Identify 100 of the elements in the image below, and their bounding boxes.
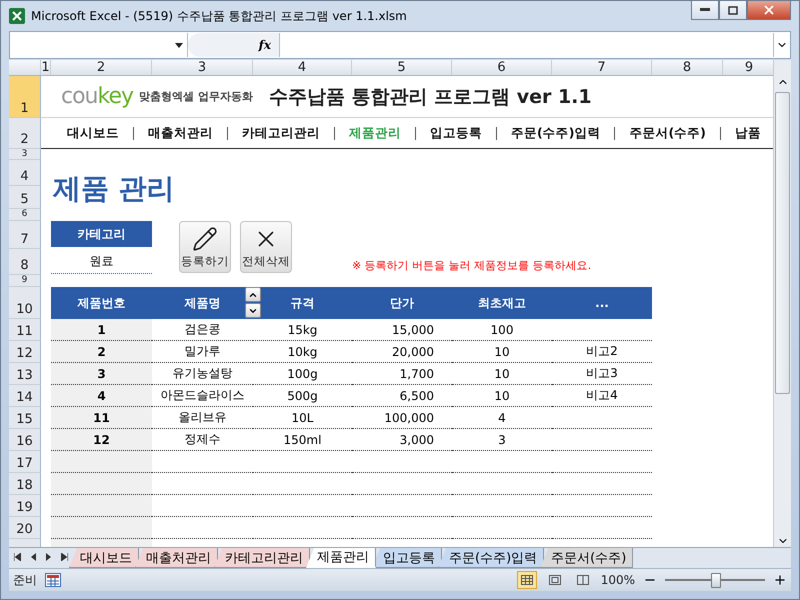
instruction-note: ※ 등록하기 버튼을 눌러 제품정보를 등록하세요. bbox=[352, 258, 592, 273]
table-cell: 15kg bbox=[253, 319, 352, 341]
excel-icon bbox=[9, 8, 25, 24]
last-sheet-icon[interactable] bbox=[61, 553, 68, 563]
table-cell: 비고3 bbox=[552, 363, 652, 385]
zoom-in-icon[interactable] bbox=[773, 573, 787, 587]
column-header[interactable]: 1 bbox=[41, 60, 51, 75]
row-header[interactable]: 3 bbox=[9, 149, 41, 160]
split-page-icon bbox=[576, 575, 589, 585]
column-header[interactable]: 2 bbox=[51, 60, 152, 75]
table-cell: 밀가루 bbox=[152, 341, 253, 363]
table-cell: 100,000 bbox=[352, 407, 452, 429]
row-header[interactable]: 15 bbox=[9, 407, 41, 429]
spin-down-button[interactable] bbox=[245, 303, 261, 318]
table-cell: 12 bbox=[51, 429, 152, 451]
row-header[interactable]: 20 bbox=[9, 517, 41, 539]
page-heading: 제품 관리 bbox=[53, 171, 175, 207]
macro-record-icon[interactable] bbox=[45, 573, 61, 587]
table-cell: 10 bbox=[452, 363, 552, 385]
column-header[interactable]: 8 bbox=[652, 60, 723, 75]
row-header[interactable]: 14 bbox=[9, 385, 41, 407]
scrollbar-thumb[interactable] bbox=[775, 92, 790, 394]
program-title: 수주납품 통합관리 프로그램 ver 1.1 bbox=[268, 84, 592, 110]
row-header[interactable]: 8 bbox=[9, 249, 41, 275]
table-cell: 10L bbox=[253, 407, 352, 429]
row-header[interactable]: 19 bbox=[9, 495, 41, 517]
table-cell: 10 bbox=[452, 341, 552, 363]
first-sheet-icon[interactable] bbox=[14, 553, 21, 563]
table-cell: 4 bbox=[51, 385, 152, 407]
table-cell: 6,500 bbox=[352, 385, 452, 407]
previous-sheet-icon[interactable] bbox=[31, 553, 36, 563]
table-cell: 4 bbox=[452, 407, 552, 429]
normal-view-button[interactable] bbox=[516, 571, 537, 589]
row-header[interactable]: 18 bbox=[9, 473, 41, 495]
sheet-tab[interactable]: 제품관리 bbox=[306, 548, 376, 568]
table-cell: 비고2 bbox=[552, 341, 652, 363]
page-icon bbox=[548, 575, 561, 585]
sheet-tab[interactable]: 주문서(수주) bbox=[540, 548, 634, 568]
nav-link[interactable]: 납품 bbox=[734, 124, 761, 142]
minimize-button[interactable] bbox=[691, 1, 719, 20]
row-header[interactable]: 16 bbox=[9, 429, 41, 451]
spin-up-button[interactable] bbox=[245, 287, 261, 302]
table-cell: 검은콩 bbox=[152, 319, 253, 341]
nav-link[interactable]: 매출처관리 bbox=[148, 124, 213, 142]
table-cell: 100g bbox=[253, 363, 352, 385]
zoom-slider-thumb[interactable] bbox=[711, 572, 721, 588]
column-heading: 규격 bbox=[253, 287, 352, 319]
row-header[interactable]: 5 bbox=[9, 186, 41, 209]
close-button[interactable] bbox=[747, 1, 791, 20]
table-cell: 500g bbox=[253, 385, 352, 407]
column-header[interactable]: 7 bbox=[552, 60, 652, 75]
category-field[interactable]: 원료 bbox=[51, 249, 152, 274]
column-heading: ... bbox=[552, 287, 652, 319]
nav-link[interactable]: 입고등록 bbox=[430, 124, 482, 142]
row-header[interactable]: 10 bbox=[9, 287, 41, 319]
column-heading: 최초재고 bbox=[452, 287, 552, 319]
column-header[interactable]: 6 bbox=[452, 60, 552, 75]
sheet-tab[interactable]: 매출처관리 bbox=[135, 548, 218, 568]
table-cell: 3 bbox=[452, 429, 552, 451]
row-header[interactable]: 2 bbox=[9, 118, 41, 149]
window-title: Microsoft Excel - (5519) 수주납품 통합관리 프로그램 ver 1.1.xlsm bbox=[31, 8, 408, 24]
sheet-tab[interactable]: 카테고리관리 bbox=[214, 548, 310, 568]
table-cell: 20,000 bbox=[352, 341, 452, 363]
table-cell: 3 bbox=[51, 363, 152, 385]
table-cell: 비고4 bbox=[552, 385, 652, 407]
row-header[interactable]: 6 bbox=[9, 209, 41, 221]
sheet-tab[interactable]: 대시보드 bbox=[69, 548, 139, 568]
row-header[interactable]: 7 bbox=[9, 221, 41, 249]
column-header[interactable]: 3 bbox=[152, 60, 253, 75]
table-cell: 10 bbox=[452, 385, 552, 407]
table-cell: 1 bbox=[51, 319, 152, 341]
nav-link[interactable]: 대시보드 bbox=[67, 124, 119, 142]
row-header[interactable]: 1 bbox=[9, 76, 41, 118]
row-header[interactable]: 9 bbox=[9, 275, 41, 287]
table-cell: 11 bbox=[51, 407, 152, 429]
column-header[interactable]: 4 bbox=[253, 60, 352, 75]
row-header[interactable]: 12 bbox=[9, 341, 41, 363]
table-cell: 아몬드슬라이스 bbox=[152, 385, 253, 407]
grid-icon bbox=[520, 575, 533, 585]
dropdown-icon bbox=[175, 42, 183, 48]
row-header[interactable]: 11 bbox=[9, 319, 41, 341]
nav-link[interactable]: 주문(수주)입력 bbox=[511, 124, 600, 142]
table-cell: 1,700 bbox=[352, 363, 452, 385]
column-header[interactable]: 5 bbox=[352, 60, 452, 75]
table-cell: 100 bbox=[452, 319, 552, 341]
nav-link[interactable]: 카테고리관리 bbox=[242, 124, 320, 142]
next-sheet-icon[interactable] bbox=[46, 553, 51, 563]
close-icon bbox=[762, 3, 776, 17]
nav-link[interactable]: 주문서(수주) bbox=[629, 124, 706, 142]
row-header[interactable]: 17 bbox=[9, 451, 41, 473]
delete-all-button[interactable]: 전체삭제 bbox=[240, 221, 292, 273]
insert-function-button[interactable]: fx bbox=[258, 38, 271, 52]
sheet-tab[interactable]: 주문(수주)입력 bbox=[438, 548, 544, 568]
zoom-level-text: 100% bbox=[600, 573, 635, 587]
table-cell: 정제수 bbox=[152, 429, 253, 451]
register-button[interactable]: 등록하기 bbox=[179, 221, 231, 273]
maximize-button[interactable] bbox=[719, 1, 747, 20]
row-header[interactable]: 4 bbox=[9, 160, 41, 186]
minimize-icon bbox=[700, 8, 710, 12]
row-header[interactable]: 13 bbox=[9, 363, 41, 385]
